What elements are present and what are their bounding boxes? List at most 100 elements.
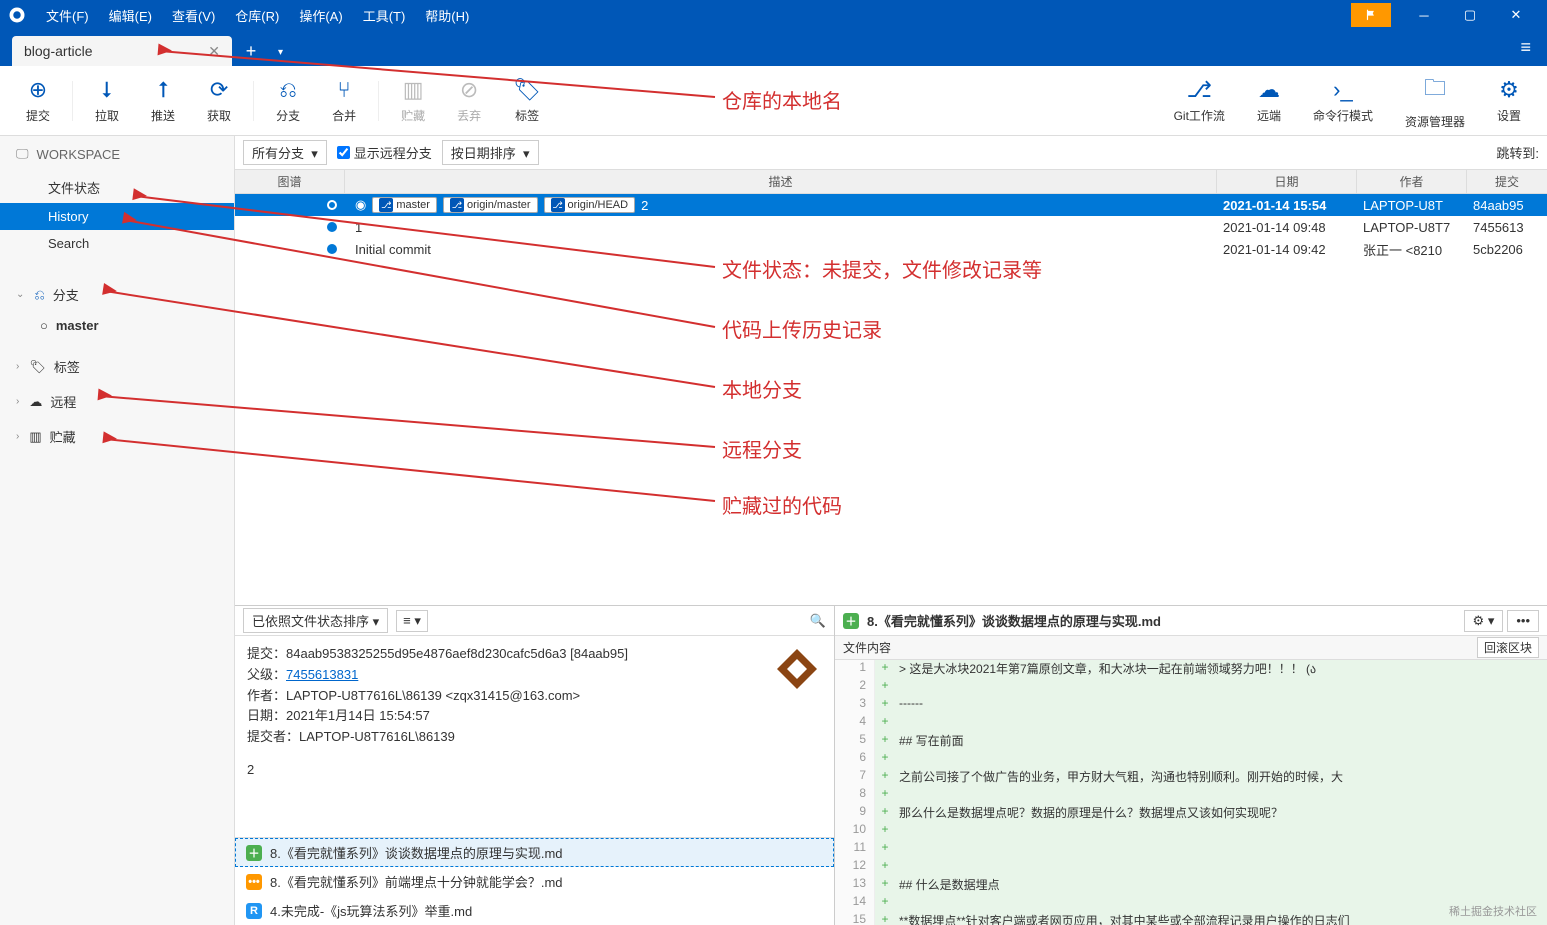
fetch-button[interactable]: ⟳获取 bbox=[191, 77, 247, 124]
menu-file[interactable]: 文件(F) bbox=[36, 6, 99, 25]
menu-tools[interactable]: 工具(T) bbox=[353, 6, 416, 25]
search-icon[interactable]: 🔍 bbox=[810, 613, 826, 629]
minimize-button[interactable]: ─ bbox=[1401, 0, 1447, 30]
tab-close-icon[interactable]: ✕ bbox=[208, 43, 220, 60]
tab-add-button[interactable]: + bbox=[236, 36, 266, 66]
remote-button[interactable]: ☁远端 bbox=[1241, 77, 1297, 124]
commit-hash-cell: 84aab95 bbox=[1467, 198, 1547, 213]
col-desc[interactable]: 描述 bbox=[345, 170, 1217, 193]
commit-message-cell: Initial commit bbox=[355, 242, 431, 257]
explorer-button[interactable]: 🗀资源管理器 bbox=[1389, 71, 1481, 130]
commit-button[interactable]: ⊕提交 bbox=[10, 77, 66, 124]
commit-hash: 84aab9538325255d95e4876aef8d230cafc5d6a3… bbox=[286, 646, 628, 661]
sidebar-branches-group[interactable]: ⌄ ⎌ 分支 bbox=[0, 277, 234, 312]
branch-badge[interactable]: ⎇origin/HEAD bbox=[544, 197, 636, 213]
chevron-right-icon: › bbox=[16, 431, 19, 442]
diff-line: 3+------ bbox=[835, 696, 1547, 714]
file-renamed-icon: R bbox=[246, 903, 262, 919]
author-value: LAPTOP-U8T7616L\86139 <zqx31415@163.com> bbox=[286, 688, 580, 703]
tab-bar: blog-article ✕ + ▾ ≡ bbox=[0, 30, 1547, 66]
diff-line: 2+ bbox=[835, 678, 1547, 696]
diff-settings-button[interactable]: ⚙ ▾ bbox=[1464, 610, 1504, 632]
diff-line: 14+ bbox=[835, 894, 1547, 912]
column-headers: 图谱 描述 日期 作者 提交 bbox=[235, 170, 1547, 194]
settings-button[interactable]: ⚙设置 bbox=[1481, 77, 1537, 124]
sort-combo[interactable]: 按日期排序 ▾ bbox=[442, 140, 539, 165]
diff-filename: 8.《看完就懂系列》谈谈数据埋点的原理与实现.md bbox=[867, 611, 1161, 630]
pull-button[interactable]: ⭣拉取 bbox=[79, 77, 135, 124]
chevron-down-icon: ⌄ bbox=[16, 289, 24, 300]
chevron-right-icon: › bbox=[16, 361, 19, 372]
hamburger-menu-icon[interactable]: ≡ bbox=[1504, 29, 1547, 66]
file-row[interactable]: R 4.未完成-《js玩算法系列》举重.md bbox=[235, 896, 834, 925]
col-commit[interactable]: 提交 bbox=[1467, 170, 1547, 193]
commit-row[interactable]: 12021-01-14 09:48LAPTOP-U8T77455613 bbox=[235, 216, 1547, 238]
close-button[interactable]: ✕ bbox=[1493, 0, 1539, 30]
file-row[interactable]: •••8.《看完就懂系列》前端埋点十分钟就能学会？.md bbox=[235, 867, 834, 896]
commits-list: ◉⎇master⎇origin/master⎇origin/HEAD22021-… bbox=[235, 194, 1547, 260]
commit-date-cell: 2021-01-14 15:54 bbox=[1217, 198, 1357, 213]
sidebar-remotes-group[interactable]: › ☁ 远程 bbox=[0, 384, 234, 419]
branch-button[interactable]: ⎌分支 bbox=[260, 77, 316, 124]
branch-badge[interactable]: ⎇origin/master bbox=[443, 197, 538, 213]
stash-button[interactable]: ▥贮藏 bbox=[385, 77, 441, 124]
sidebar-file-status[interactable]: 文件状态 bbox=[0, 172, 234, 203]
col-author[interactable]: 作者 bbox=[1357, 170, 1467, 193]
discard-button[interactable]: ⊘丢弃 bbox=[441, 77, 497, 124]
menu-help[interactable]: 帮助(H) bbox=[415, 6, 479, 25]
col-graph[interactable]: 图谱 bbox=[235, 170, 345, 193]
changed-files-list: ＋8.《看完就懂系列》谈谈数据埋点的原理与实现.md•••8.《看完就懂系列》前… bbox=[235, 837, 834, 925]
branch-badge[interactable]: ⎇master bbox=[372, 197, 437, 213]
current-branch-dot-icon: ○ bbox=[40, 318, 48, 333]
menu-view[interactable]: 查看(V) bbox=[162, 6, 225, 25]
push-button[interactable]: ⭡推送 bbox=[135, 77, 191, 124]
diff-content[interactable]: 1+> 这是大冰块2021年第7篇原创文章，和大冰块一起在前端领域努力吧！！！ … bbox=[835, 660, 1547, 925]
file-modified-icon: ••• bbox=[246, 874, 262, 890]
commit-date-cell: 2021-01-14 09:42 bbox=[1217, 242, 1357, 257]
commit-row[interactable]: ◉⎇master⎇origin/master⎇origin/HEAD22021-… bbox=[235, 194, 1547, 216]
menu-repo[interactable]: 仓库(R) bbox=[225, 6, 289, 25]
gitflow-button[interactable]: ⎇Git工作流 bbox=[1158, 77, 1241, 124]
parent-hash-link[interactable]: 7455613831 bbox=[286, 667, 358, 682]
chevron-right-icon: › bbox=[16, 396, 19, 407]
merge-button[interactable]: ⑂合并 bbox=[316, 77, 372, 124]
diff-line: 7+之前公司接了个做广告的业务，甲方财大气粗，沟通也特别顺利。刚开始的时候，大 bbox=[835, 768, 1547, 786]
col-date[interactable]: 日期 bbox=[1217, 170, 1357, 193]
commit-message: 2 bbox=[247, 760, 822, 781]
revert-hunk-button[interactable]: 回滚区块 bbox=[1477, 637, 1539, 658]
tag-button[interactable]: 🏷标签 bbox=[497, 77, 557, 124]
commit-hash-cell: 7455613 bbox=[1467, 220, 1547, 235]
commit-dot-icon bbox=[327, 222, 337, 232]
branch-filter-combo[interactable]: 所有分支 ▾ bbox=[243, 140, 327, 165]
sidebar: 🖵 WORKSPACE 文件状态 History Search ⌄ ⎌ 分支 ○… bbox=[0, 136, 235, 925]
diff-line: 10+ bbox=[835, 822, 1547, 840]
menu-actions[interactable]: 操作(A) bbox=[289, 6, 352, 25]
watermark: 稀土掘金技术社区 bbox=[1449, 903, 1537, 919]
sidebar-search[interactable]: Search bbox=[0, 230, 234, 257]
file-sort-combo[interactable]: 已依照文件状态排序 ▾ bbox=[243, 608, 388, 633]
notification-flag-icon[interactable] bbox=[1351, 3, 1391, 27]
diff-line: 5+## 写在前面 bbox=[835, 732, 1547, 750]
file-added-icon: ＋ bbox=[246, 845, 262, 861]
maximize-button[interactable]: ▢ bbox=[1447, 0, 1493, 30]
menu-bar: 文件(F) 编辑(E) 查看(V) 仓库(R) 操作(A) 工具(T) 帮助(H… bbox=[0, 0, 1547, 30]
commit-row[interactable]: Initial commit2021-01-14 09:42张正一 <82105… bbox=[235, 238, 1547, 260]
commit-date-cell: 2021-01-14 09:48 bbox=[1217, 220, 1357, 235]
diff-pane: ＋ 8.《看完就懂系列》谈谈数据埋点的原理与实现.md ⚙ ▾ ••• 文件内容… bbox=[835, 606, 1547, 925]
terminal-button[interactable]: ›_命令行模式 bbox=[1297, 77, 1389, 124]
file-row[interactable]: ＋8.《看完就懂系列》谈谈数据埋点的原理与实现.md bbox=[235, 838, 834, 867]
commit-author-cell: 张正一 <8210 bbox=[1357, 240, 1467, 259]
monitor-icon: 🖵 bbox=[16, 146, 29, 162]
show-remote-checkbox[interactable]: 显示远程分支 bbox=[337, 143, 432, 162]
sidebar-history[interactable]: History bbox=[0, 203, 234, 230]
menu-edit[interactable]: 编辑(E) bbox=[99, 6, 162, 25]
repo-tab[interactable]: blog-article ✕ bbox=[12, 36, 232, 66]
diff-more-button[interactable]: ••• bbox=[1507, 610, 1539, 632]
branch-master[interactable]: ○ master bbox=[0, 312, 234, 339]
sidebar-tags-group[interactable]: › 🏷 标签 bbox=[0, 349, 234, 384]
file-name: 4.未完成-《js玩算法系列》举重.md bbox=[270, 901, 472, 920]
list-view-button[interactable]: ≡ ▾ bbox=[396, 610, 428, 632]
sidebar-stashes-group[interactable]: › ▥ 贮藏 bbox=[0, 419, 234, 454]
file-added-icon: ＋ bbox=[843, 613, 859, 629]
tab-dropdown-icon[interactable]: ▾ bbox=[270, 39, 291, 66]
